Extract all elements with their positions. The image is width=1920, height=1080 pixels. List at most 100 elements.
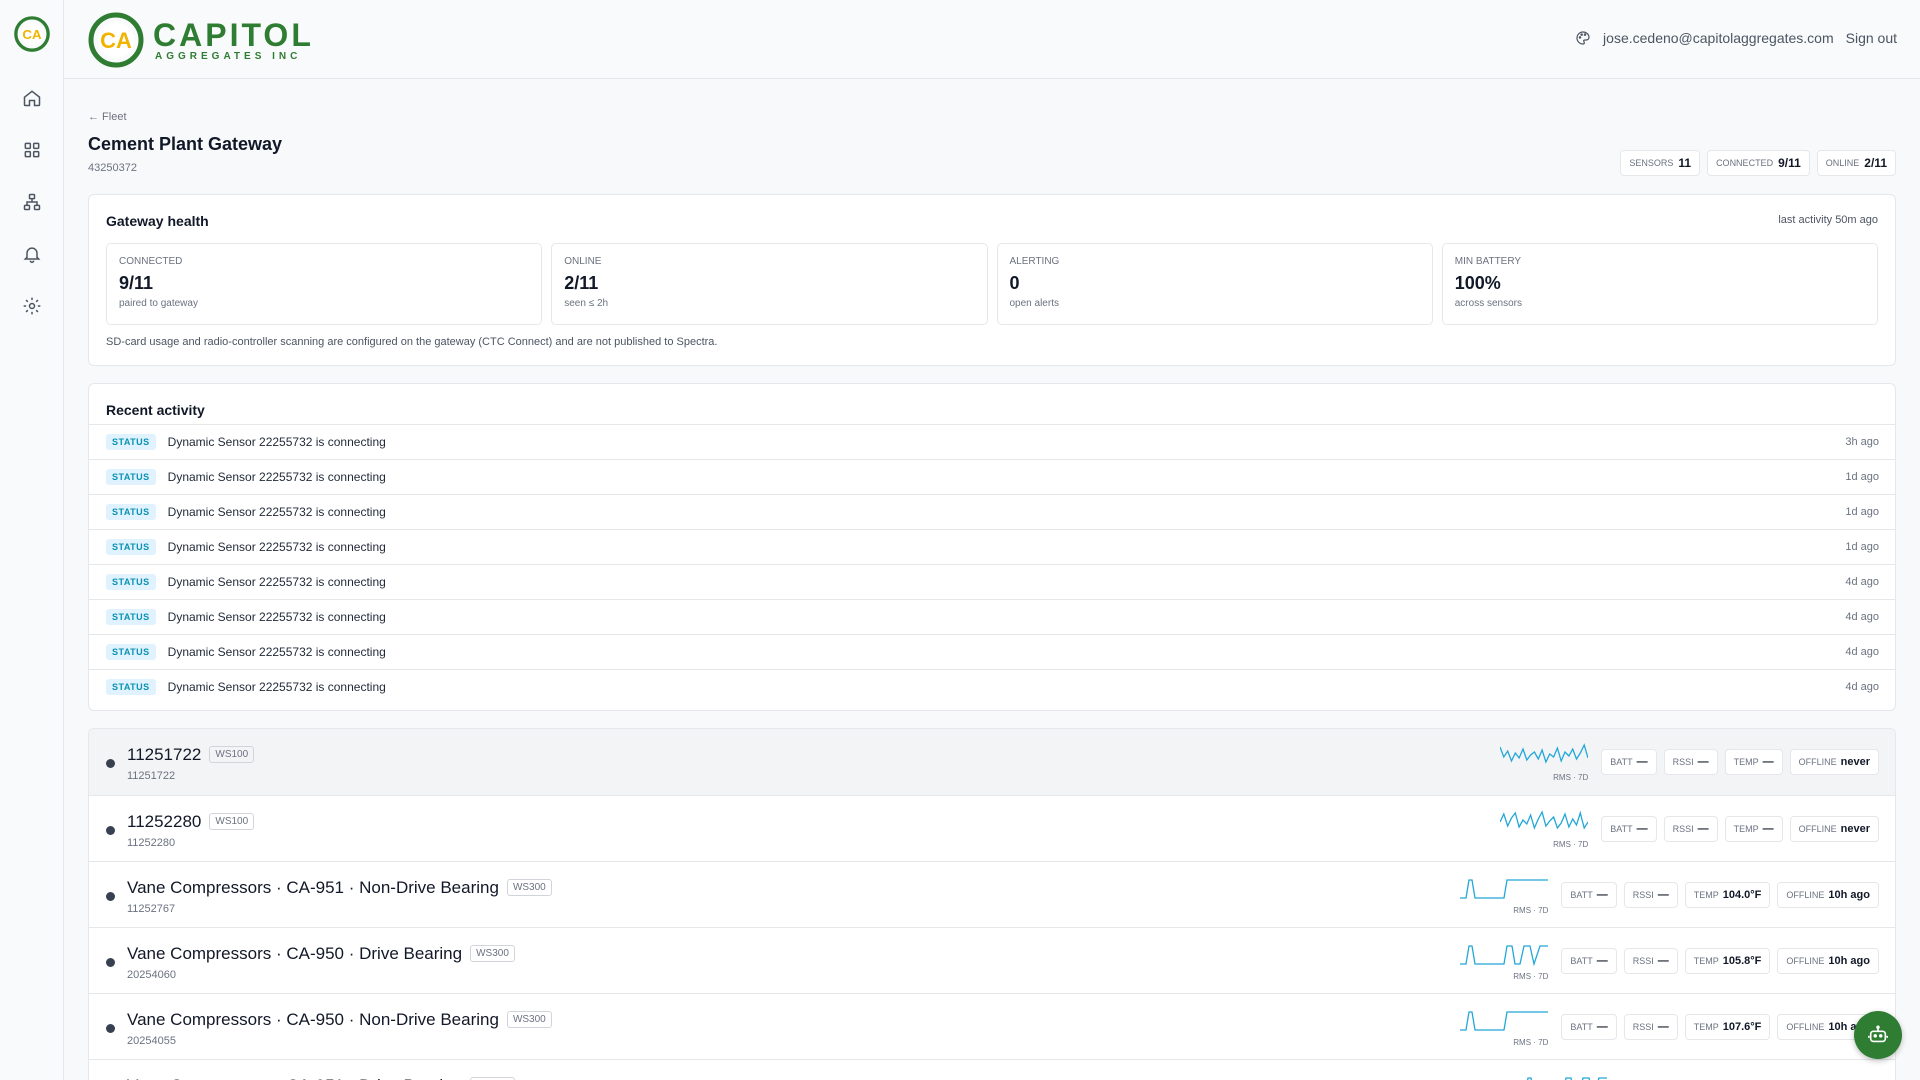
svg-text:CA: CA: [22, 27, 42, 42]
sensor-row[interactable]: 11252280 WS100 11252280 RMS · 7D BATT — RSSI — T…: [89, 795, 1895, 861]
sensor-metric-pill: RSSI —: [1623, 882, 1678, 908]
status-dot: [106, 759, 115, 768]
sidebar-item-home[interactable]: [18, 84, 46, 112]
brand-logo-icon[interactable]: CA: [13, 15, 51, 53]
health-note: SD-card usage and radio-controller scann…: [106, 336, 718, 348]
sensor-name: Vane Compressors · CA-950 · Drive Bearin…: [127, 944, 463, 963]
brand-subtitle: AGGREGATES INC: [155, 50, 302, 62]
brand[interactable]: CA CAPITOL AGGREGATES INC: [87, 11, 314, 69]
activity-time: 3h ago: [1845, 436, 1879, 448]
sparkline-path: [1500, 810, 1589, 830]
palette-icon[interactable]: [1575, 30, 1591, 46]
sensor-row[interactable]: Vane Compressors · CA-951 · Drive Bearin…: [89, 1059, 1895, 1080]
bell-icon: [23, 247, 41, 264]
sidebar-item-settings[interactable]: [18, 292, 46, 320]
activity-time: 1d ago: [1845, 471, 1879, 483]
sensor-metric-pill: OFFLINE never: [1789, 816, 1879, 842]
sidebar-item-network[interactable]: [18, 188, 46, 216]
activity-time: 4d ago: [1845, 611, 1879, 623]
sensor-model-badge: WS300: [506, 1011, 552, 1028]
assistant-button[interactable]: [1854, 1011, 1902, 1059]
sensor-row[interactable]: Vane Compressors · CA-950 · Non-Drive Be…: [89, 993, 1895, 1059]
sparkline-label: RMS · 7D: [1553, 773, 1589, 782]
rms-sparkline: RMS · 7D: [1460, 942, 1549, 981]
stat-min-battery: MIN BATTERY 100% across sensors: [1441, 243, 1878, 325]
sparkline-label: RMS · 7D: [1513, 972, 1549, 981]
activity-message: Dynamic Sensor 22255732 is connecting: [167, 540, 386, 554]
summary-chips: SENSORS 11 CONNECTED 9/11 ONLINE 2/11: [1620, 150, 1896, 176]
sparkline-path: [1460, 879, 1549, 899]
activity-time: 4d ago: [1845, 681, 1879, 693]
card-title: Gateway health: [106, 213, 209, 229]
status-badge: STATUS: [106, 469, 156, 485]
status-badge: STATUS: [106, 434, 156, 450]
stat-online: ONLINE 2/11 seen ≤ 2h: [551, 243, 988, 325]
activity-time: 4d ago: [1845, 576, 1879, 588]
activity-message: Dynamic Sensor 22255732 is connecting: [167, 610, 386, 624]
sensor-name: Vane Compressors · CA-951 · Drive Bearin…: [127, 1076, 462, 1080]
sign-out-link[interactable]: Sign out: [1846, 30, 1897, 46]
status-dot: [106, 892, 115, 901]
activity-list: STATUS Dynamic Sensor 22255732 is connect…: [89, 424, 1895, 704]
sensor-model-badge: WS300: [506, 879, 552, 896]
sensor-id: 20254055: [127, 1035, 176, 1047]
sensor-metric-pill: RSSI —: [1663, 816, 1718, 842]
sensor-metric-pill: TEMP 104.0°F: [1684, 882, 1771, 908]
sensor-model-badge: WS300: [470, 945, 515, 962]
status-dot: [106, 958, 115, 967]
sparkline-label: RMS · 7D: [1513, 906, 1549, 915]
sensor-name: Vane Compressors · CA-950 · Non-Drive Be…: [127, 1010, 499, 1029]
sensor-metric-pill: RSSI —: [1623, 1014, 1678, 1040]
sparkline-label: RMS · 7D: [1553, 840, 1589, 849]
sensor-id: 11252767: [127, 903, 176, 915]
sidebar-item-dashboard[interactable]: [18, 136, 46, 164]
dashboard-grid-icon: [24, 142, 40, 158]
page-title: Cement Plant Gateway: [88, 134, 283, 154]
status-dot: [106, 826, 115, 835]
network-hierarchy-icon: [23, 193, 41, 211]
activity-time: 4d ago: [1845, 646, 1879, 658]
sensor-metric-pill: TEMP —: [1724, 816, 1783, 842]
sparkline-label: RMS · 7D: [1513, 1038, 1549, 1047]
gateway-health-card: Gateway health last activity 50m ago CON…: [88, 194, 1896, 366]
activity-message: Dynamic Sensor 22255732 is connecting: [167, 505, 386, 519]
status-badge: STATUS: [106, 644, 156, 660]
sensor-metric-pill: BATT —: [1601, 816, 1657, 842]
home-icon: [23, 90, 41, 107]
activity-row: STATUS Dynamic Sensor 22255732 is connect…: [89, 494, 1895, 529]
gear-icon: [23, 297, 41, 315]
activity-time: 1d ago: [1845, 506, 1879, 518]
bot-icon: [1868, 1025, 1888, 1043]
gateway-id: 43250372: [88, 162, 137, 174]
sidebar-item-alerts[interactable]: [18, 240, 46, 268]
sensor-metric-pill: RSSI —: [1623, 948, 1678, 974]
brand-mark-icon: CA: [88, 12, 144, 68]
activity-row: STATUS Dynamic Sensor 22255732 is connect…: [89, 564, 1895, 599]
sensor-metric-pill: BATT —: [1601, 749, 1657, 775]
sparkline-path: [1460, 945, 1549, 967]
back-to-fleet-link[interactable]: ← Fleet: [88, 111, 127, 123]
online-chip: ONLINE 2/11: [1816, 150, 1896, 176]
activity-message: Dynamic Sensor 22255732 is connecting: [167, 575, 386, 589]
activity-row: STATUS Dynamic Sensor 22255732 is connect…: [89, 599, 1895, 634]
rms-sparkline: RMS · 7D: [1500, 743, 1589, 782]
activity-row: STATUS Dynamic Sensor 22255732 is connect…: [89, 459, 1895, 494]
sensor-metric-pill: TEMP 107.6°F: [1684, 1014, 1771, 1040]
activity-message: Dynamic Sensor 22255732 is connecting: [167, 470, 386, 484]
last-activity: last activity 50m ago: [1778, 214, 1878, 226]
sparkline-path: [1460, 1011, 1549, 1031]
sensor-row[interactable]: Vane Compressors · CA-950 · Drive Bearin…: [89, 927, 1895, 993]
status-badge: STATUS: [106, 609, 156, 625]
rms-sparkline: RMS · 7D: [1519, 1074, 1607, 1080]
sensor-metric-pill: TEMP 105.8°F: [1684, 948, 1771, 974]
sensor-metric-pill: BATT —: [1561, 948, 1617, 974]
sensor-row[interactable]: 11251722 WS100 11251722 RMS · 7D BATT — RSSI — T…: [89, 729, 1895, 795]
activity-message: Dynamic Sensor 22255732 is connecting: [167, 435, 386, 449]
connected-chip: CONNECTED 9/11: [1707, 150, 1810, 176]
sensor-model-badge: WS100: [209, 813, 255, 830]
sensor-metric-pill: OFFLINE never: [1789, 749, 1879, 775]
sensor-row[interactable]: Vane Compressors · CA-951 · Non-Drive Be…: [89, 861, 1895, 927]
sensor-metric-pill: BATT —: [1561, 1014, 1617, 1040]
activity-time: 1d ago: [1845, 541, 1879, 553]
rms-sparkline: RMS · 7D: [1460, 876, 1549, 915]
